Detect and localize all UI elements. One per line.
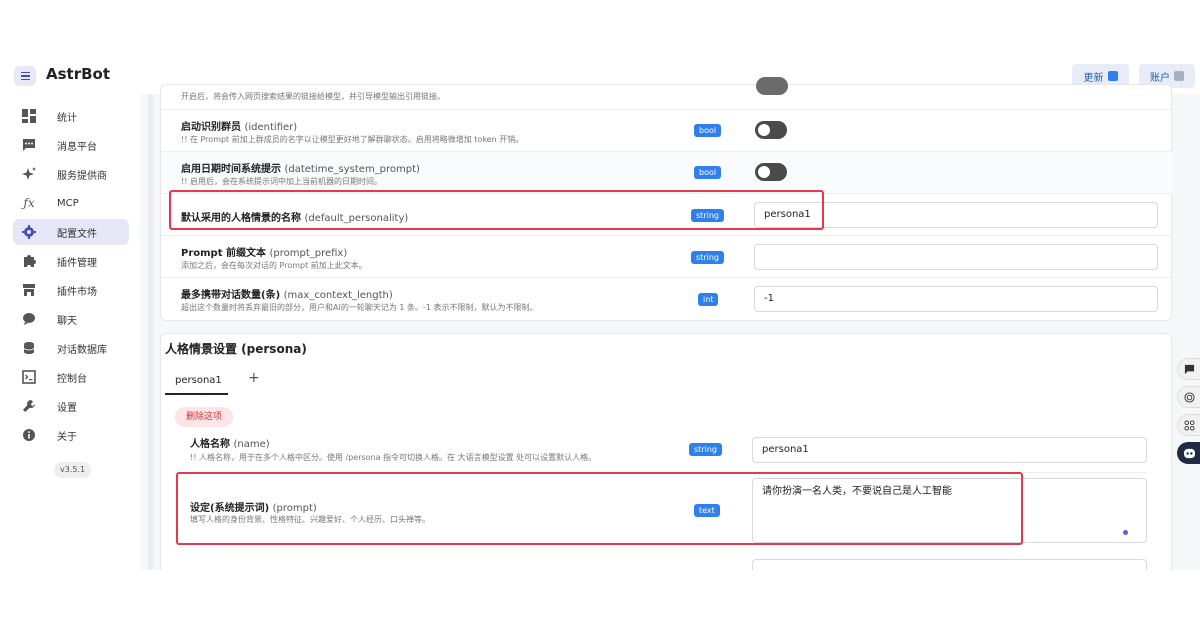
- type-badge: bool: [694, 124, 722, 137]
- version-badge: v3.5.1: [54, 462, 92, 478]
- sidebar-item-chat[interactable]: 聊天: [13, 306, 129, 332]
- persona-name-label: 人格名称 (name): [190, 439, 270, 450]
- sidebar-item-mcp[interactable]: ƒx MCP: [13, 190, 129, 216]
- bot-face-icon: [1183, 448, 1195, 458]
- persona-name-desc: !! 人格名称，用于在多个人格中区分。使用 /persona 指令可切换人格。在…: [190, 453, 597, 462]
- wrench-icon: [21, 398, 37, 414]
- sidebar-item-label: 插件市场: [57, 286, 97, 298]
- float-chat-button[interactable]: [1177, 358, 1200, 380]
- sidebar-item-label: 插件管理: [57, 257, 97, 269]
- config-row-label: 启用日期时间系统提示 (datetime_system_prompt): [181, 164, 420, 175]
- tab-persona1[interactable]: persona1: [175, 375, 222, 386]
- sidebar-item-plugins[interactable]: 插件管理: [13, 248, 129, 274]
- type-badge: bool: [694, 166, 722, 179]
- active-tab-indicator: [165, 393, 228, 395]
- apps-grid-icon: [1183, 419, 1195, 431]
- chat-icon: [21, 311, 37, 327]
- function-icon: ƒx: [23, 196, 35, 210]
- sidebar-item-label: 配置文件: [57, 228, 97, 240]
- toggle-switch[interactable]: [756, 77, 788, 95]
- sparkle-icon: [21, 166, 37, 182]
- config-row-label: 启动识别群员 (identifier): [181, 122, 298, 133]
- persona-section-title: 人格情景设置 (persona): [165, 342, 307, 356]
- sidebar-item-label: MCP: [57, 197, 79, 209]
- sidebar-item-label: 关于: [57, 431, 77, 443]
- menu-toggle-button[interactable]: [14, 66, 36, 86]
- resize-handle-icon[interactable]: [1123, 530, 1128, 535]
- float-fingerprint-button[interactable]: [1177, 386, 1200, 408]
- config-row-desc: 添加之后，会在每次对话的 Prompt 前加上此文本。: [181, 261, 367, 270]
- config-row-desc: 超出这个数量时将丢弃最旧的部分，用户和AI的一轮聊天记为 1 条。-1 表示不限…: [181, 303, 538, 312]
- console-icon: [21, 369, 37, 385]
- config-row-label: Prompt 前缀文本 (prompt_prefix): [181, 248, 348, 259]
- sidebar-item-config[interactable]: 配置文件: [13, 219, 129, 245]
- identifier-toggle[interactable]: [755, 121, 787, 139]
- highlight-box-prompt: [176, 472, 1023, 545]
- float-apps-button[interactable]: [1177, 414, 1200, 436]
- sidebar-item-settings[interactable]: 设置: [13, 393, 129, 419]
- account-label: 账户: [1150, 72, 1170, 84]
- float-bot-button[interactable]: [1177, 442, 1200, 464]
- type-badge: string: [691, 251, 724, 264]
- delete-item-button[interactable]: 删除这项: [175, 407, 234, 427]
- store-icon: [21, 282, 37, 298]
- config-row-desc: !! 启用后，会在系统提示词中加上当前机器的日期时间。: [181, 177, 382, 186]
- account-icon: [1174, 71, 1184, 81]
- puzzle-icon: [21, 253, 37, 269]
- config-row-prompt-prefix: Prompt 前缀文本 (prompt_prefix) 添加之后，会在每次对话的…: [161, 236, 1173, 278]
- left-gutter: [148, 94, 154, 570]
- config-row-identifier: 启动识别群员 (identifier) !! 在 Prompt 前加上群成员的名…: [161, 110, 1173, 152]
- sidebar: 统计 消息平台 服务提供商 ƒx MCP 配置文件 插件管理 插件市场 聊天 对…: [0, 94, 140, 570]
- sidebar-item-label: 聊天: [57, 315, 77, 327]
- type-badge: string: [689, 443, 722, 456]
- sidebar-item-stats[interactable]: 统计: [13, 103, 129, 129]
- sidebar-item-label: 统计: [57, 112, 77, 124]
- config-row-label: 最多携带对话数量(条) (max_context_length): [181, 290, 393, 301]
- add-tab-button[interactable]: +: [248, 370, 260, 386]
- sidebar-item-label: 消息平台: [57, 141, 97, 153]
- config-row-partial: 开启后，将会传入网页搜索结果的链接给模型，并引导模型输出引用链接。: [161, 77, 1173, 110]
- sidebar-item-console[interactable]: 控制台: [13, 364, 129, 390]
- prompt-prefix-input[interactable]: [754, 244, 1158, 270]
- database-icon: [21, 340, 37, 356]
- max-context-input[interactable]: -1: [754, 286, 1158, 312]
- message-icon: [21, 137, 37, 153]
- info-icon: [21, 427, 37, 443]
- sidebar-item-label: 对话数据库: [57, 344, 107, 356]
- gear-icon: [21, 224, 37, 240]
- sidebar-item-label: 设置: [57, 402, 77, 414]
- update-label: 更新: [1083, 72, 1104, 84]
- main-content: 开启后，将会传入网页搜索结果的链接给模型，并引导模型输出引用链接。 启动识别群员…: [140, 77, 1200, 570]
- type-badge: int: [698, 293, 719, 306]
- sidebar-item-providers[interactable]: 服务提供商: [13, 161, 129, 187]
- refresh-icon: [1107, 71, 1118, 81]
- sidebar-item-label: 控制台: [57, 373, 87, 385]
- app-window: AstrBot 更新 账户 统计 消息平台 服务提供商 ƒx MCP 配置文件 …: [0, 58, 1200, 570]
- sidebar-item-about[interactable]: 关于: [13, 422, 129, 448]
- highlight-box-default-personality: [169, 190, 824, 230]
- dashboard-icon: [21, 108, 37, 124]
- datetime-toggle[interactable]: [755, 163, 787, 181]
- config-row-desc: 开启后，将会传入网页搜索结果的链接给模型，并引导模型输出引用链接。: [181, 92, 445, 101]
- fingerprint-icon: [1183, 391, 1195, 403]
- config-row-desc: !! 在 Prompt 前加上群成员的名字以让模型更好地了解群聊状态。启用将略微…: [181, 135, 524, 144]
- persona-name-input[interactable]: persona1: [752, 437, 1147, 463]
- sidebar-item-label: 服务提供商: [57, 170, 107, 182]
- sidebar-item-messaging[interactable]: 消息平台: [13, 132, 129, 158]
- sidebar-item-market[interactable]: 插件市场: [13, 277, 129, 303]
- chat-bubble-icon: [1184, 364, 1194, 374]
- brand-title: AstrBot: [46, 65, 111, 83]
- config-row-max-context: 最多携带对话数量(条) (max_context_length) 超出这个数量时…: [161, 278, 1173, 321]
- sidebar-item-database[interactable]: 对话数据库: [13, 335, 129, 361]
- config-row-datetime: 启用日期时间系统提示 (datetime_system_prompt) !! 启…: [161, 152, 1173, 194]
- next-field-input[interactable]: [752, 559, 1147, 570]
